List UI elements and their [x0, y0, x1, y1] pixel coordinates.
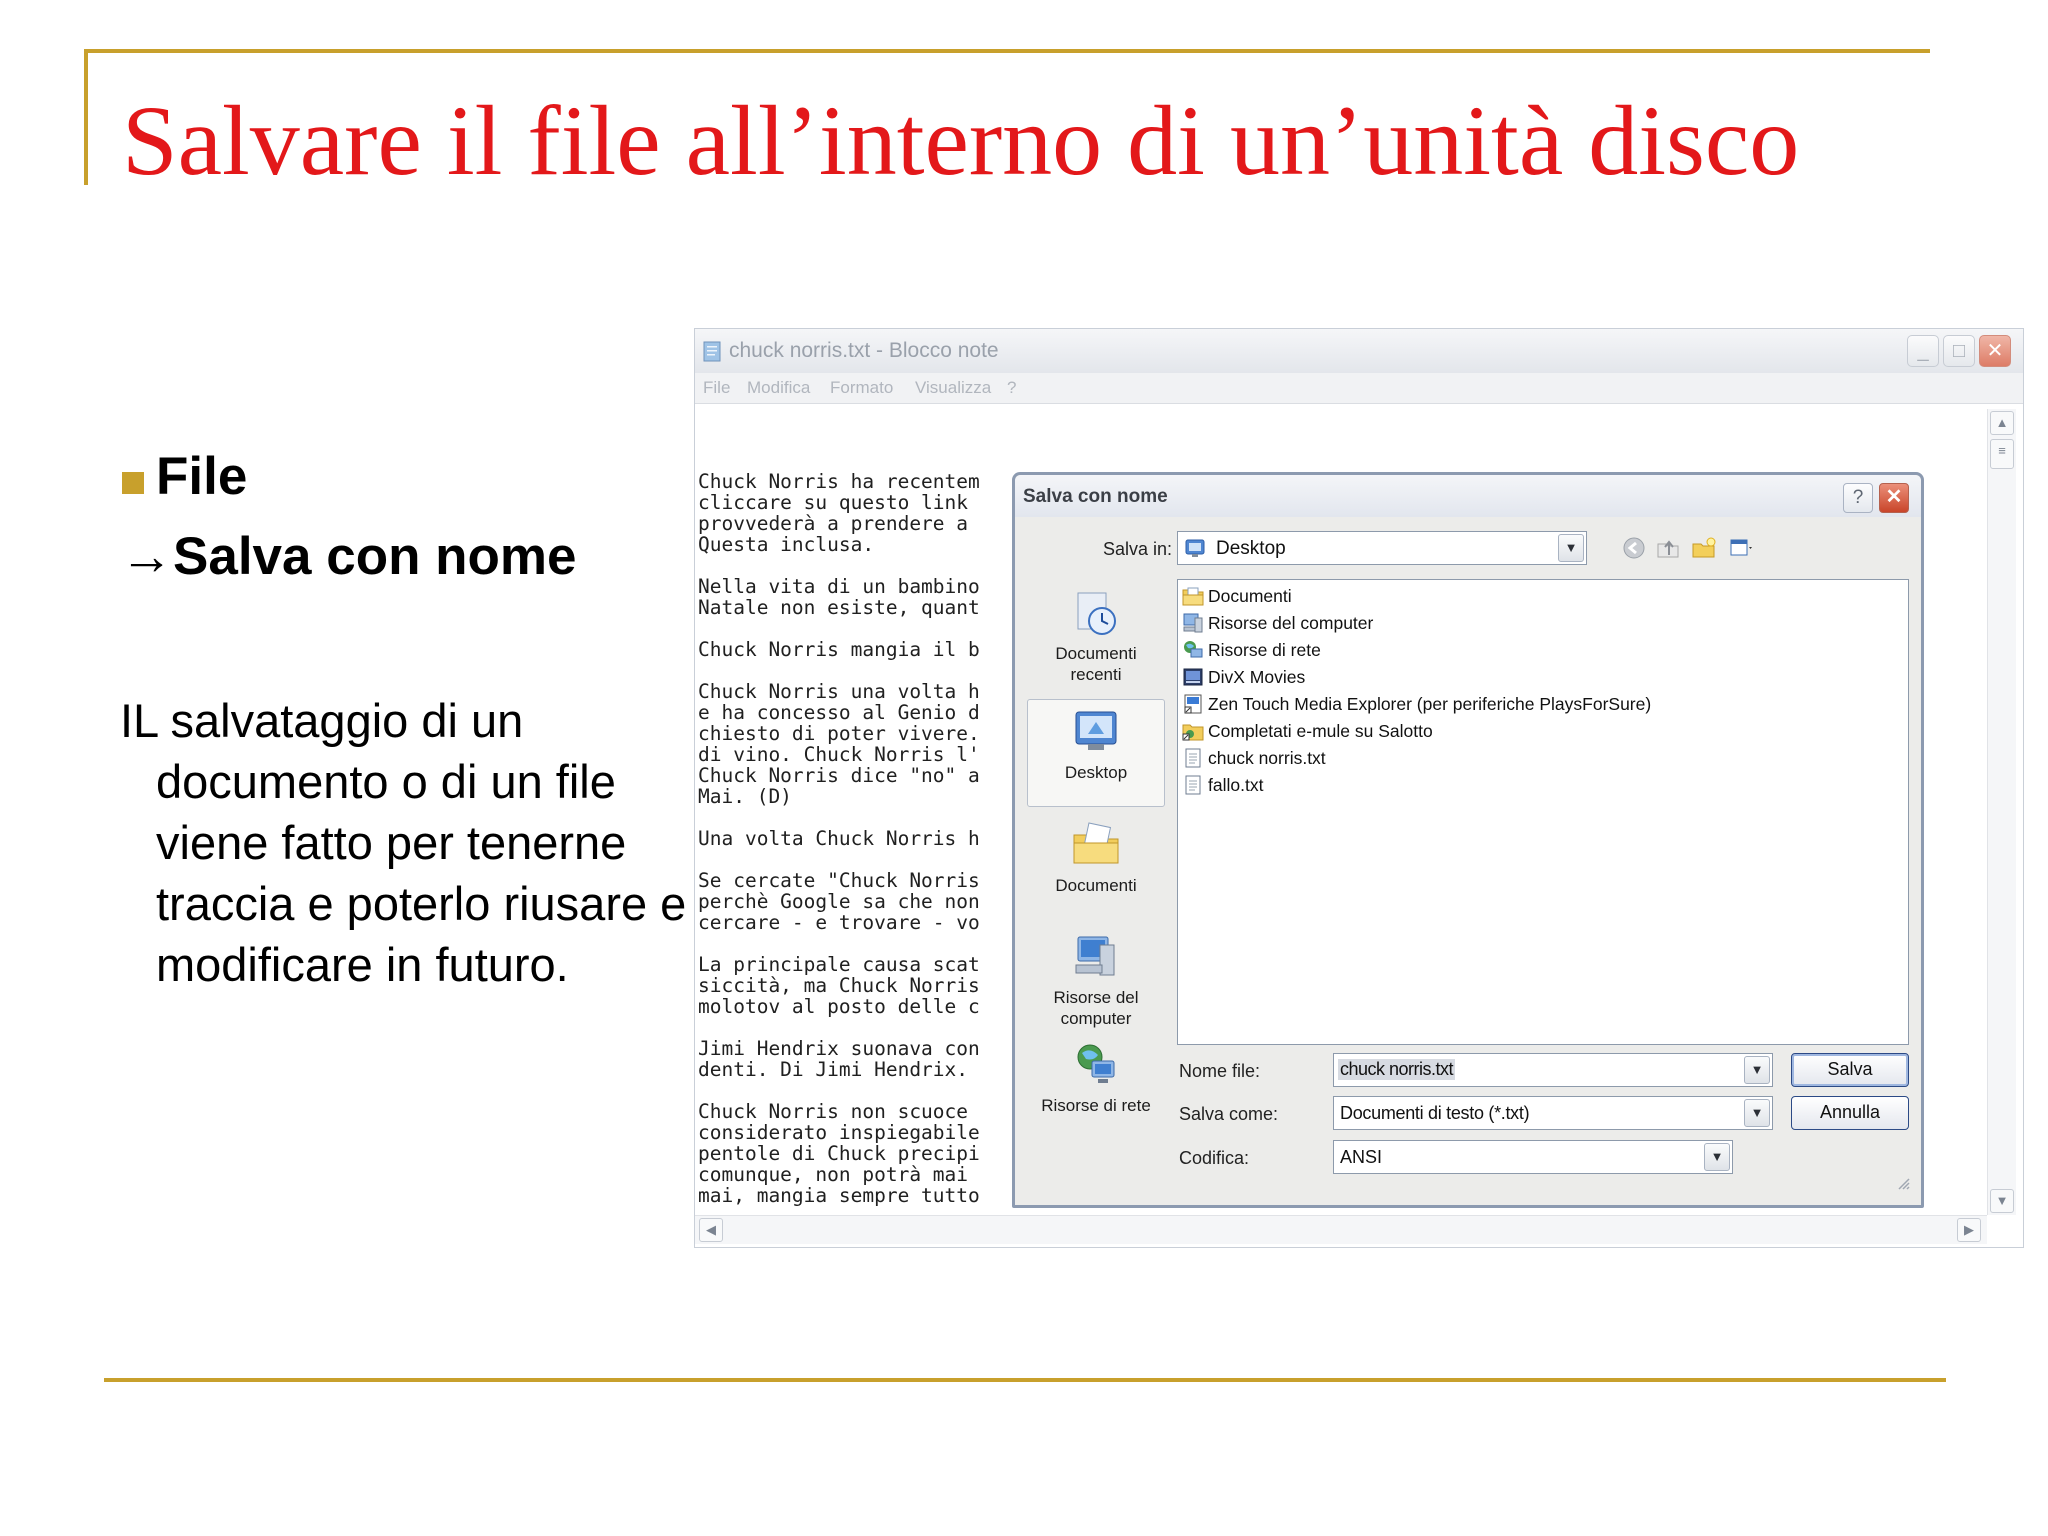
save-as-type-select[interactable]: Documenti di testo (*.txt) ▼: [1333, 1096, 1773, 1130]
new-folder-icon[interactable]: [1691, 535, 1717, 561]
close-button[interactable]: ✕: [1979, 335, 2011, 367]
place-label: Risorse di rete: [1041, 1096, 1151, 1115]
file-name: Zen Touch Media Explorer (per periferich…: [1208, 694, 1652, 714]
desktop-small-icon: [1185, 539, 1205, 557]
save-in-label: Salva in:: [1103, 539, 1173, 559]
chevron-down-icon[interactable]: ▼: [1704, 1143, 1730, 1171]
notepad-titlebar[interactable]: chuck norris.txt - Blocco note _ □ ✕: [695, 329, 2023, 373]
notepad-title: chuck norris.txt - Blocco note: [729, 339, 999, 362]
maximize-button[interactable]: □: [1943, 335, 1975, 367]
file-name: Risorse di rete: [1208, 640, 1321, 660]
save-as-type-label: Salva come:: [1179, 1104, 1279, 1124]
place-label: Desktop: [1064, 763, 1128, 782]
place-desktop[interactable]: Desktop: [1027, 699, 1165, 807]
bottom-rule: [104, 1378, 1946, 1382]
views-menu-icon[interactable]: [1729, 535, 1755, 561]
place-my-documents[interactable]: Documenti: [1027, 819, 1165, 896]
help-button[interactable]: ?: [1843, 483, 1873, 513]
cancel-button[interactable]: Annulla: [1791, 1096, 1909, 1130]
notepad-menubar: File Modifica Formato Visualizza ?: [695, 373, 2023, 404]
menu-file[interactable]: File: [703, 378, 730, 398]
menu-modifica[interactable]: Modifica: [747, 378, 810, 398]
file-name: Completati e-mule su Salotto: [1208, 721, 1433, 741]
save-in-select[interactable]: Desktop ▼: [1177, 531, 1587, 565]
place-label: Documenti: [1055, 644, 1137, 663]
place-label: Risorse del: [1053, 988, 1139, 1007]
places-bar: Documenti recenti Desktop Documenti Riso…: [1027, 579, 1165, 1133]
back-icon[interactable]: [1621, 535, 1647, 561]
chevron-down-icon[interactable]: ▼: [1744, 1099, 1770, 1127]
my-computer-icon: [1075, 936, 1115, 976]
up-folder-icon[interactable]: [1655, 535, 1681, 561]
bullet-square-icon: [122, 472, 144, 494]
bullet-salva-con-nome: →Salva con nome: [120, 527, 577, 586]
filename-value: chuck norris.txt: [1338, 1059, 1456, 1080]
recent-documents-icon: [1077, 592, 1116, 635]
dialog-close-button[interactable]: ✕: [1879, 483, 1909, 513]
scroll-up-icon[interactable]: ▲: [1990, 411, 2014, 435]
place-label: Documenti: [1055, 876, 1137, 895]
documents-folder-icon: [1182, 587, 1204, 606]
slide-title: Salvare il file all’interno di un’unità …: [122, 85, 1800, 196]
chevron-down-icon[interactable]: ▼: [1558, 534, 1584, 562]
menu-visualizza[interactable]: Visualizza: [915, 378, 991, 398]
shortcut-folder-icon: [1182, 724, 1204, 741]
my-documents-icon: [1073, 822, 1119, 864]
divx-icon: [1183, 668, 1203, 686]
left-rule: [84, 49, 88, 185]
scroll-thumb[interactable]: ≡: [1990, 439, 2014, 469]
computer-icon: [1183, 613, 1203, 633]
chevron-down-icon[interactable]: ▼: [1744, 1056, 1770, 1084]
place-label-2: computer: [1060, 1009, 1132, 1028]
file-name: chuck norris.txt: [1208, 748, 1326, 768]
text-file-icon: [1185, 775, 1201, 795]
body-paragraph: IL salvataggio di un documento o di un f…: [120, 694, 687, 991]
place-network[interactable]: Risorse di rete: [1027, 1039, 1165, 1116]
dialog-title: Salva con nome: [1023, 486, 1168, 507]
encoding-label: Codifica:: [1179, 1148, 1250, 1168]
save-as-dialog: Salva con nome ? ✕ Salva in: Desktop ▼ D…: [1012, 472, 1924, 1208]
notepad-icon: [703, 341, 721, 362]
network-icon: [1077, 1044, 1115, 1083]
horizontal-scrollbar[interactable]: ◀ ▶: [695, 1215, 1987, 1244]
file-name: fallo.txt: [1208, 775, 1264, 795]
scroll-down-icon[interactable]: ▼: [1990, 1189, 2014, 1213]
encoding-value: ANSI: [1340, 1147, 1383, 1167]
menu-help[interactable]: ?: [1007, 378, 1016, 398]
file-name: DivX Movies: [1208, 667, 1306, 687]
save-button[interactable]: Salva: [1791, 1053, 1909, 1087]
file-list[interactable]: Documenti Risorse del computer Risorse d…: [1177, 579, 1909, 1045]
text-file-icon: [1185, 748, 1201, 768]
network-places-icon: [1184, 641, 1203, 658]
desktop-icon: [1075, 711, 1117, 750]
media-explorer-icon: [1184, 694, 1202, 714]
menu-formato[interactable]: Formato: [830, 378, 893, 398]
scroll-right-icon[interactable]: ▶: [1957, 1218, 1981, 1242]
bullet-file: File: [156, 447, 248, 506]
file-name: Risorse del computer: [1208, 613, 1374, 633]
file-name: Documenti: [1208, 586, 1292, 606]
encoding-select[interactable]: ANSI ▼: [1333, 1140, 1733, 1174]
place-label-2: recenti: [1070, 665, 1122, 684]
filename-label: Nome file:: [1179, 1061, 1261, 1081]
filename-input[interactable]: chuck norris.txt ▼: [1333, 1053, 1773, 1087]
save-in-value: Desktop: [1216, 538, 1286, 559]
scroll-left-icon[interactable]: ◀: [699, 1218, 723, 1242]
place-recent-documents[interactable]: Documenti recenti: [1027, 587, 1165, 685]
place-my-computer[interactable]: Risorse del computer: [1027, 931, 1165, 1029]
resize-grip-icon[interactable]: [1895, 1175, 1911, 1191]
minimize-button[interactable]: _: [1907, 335, 1939, 367]
dialog-titlebar[interactable]: Salva con nome ? ✕: [1015, 475, 1921, 517]
save-as-type-value: Documenti di testo (*.txt): [1340, 1103, 1530, 1123]
top-rule: [84, 49, 1930, 53]
vertical-scrollbar[interactable]: ▲ ≡ ▼: [1987, 409, 2016, 1215]
